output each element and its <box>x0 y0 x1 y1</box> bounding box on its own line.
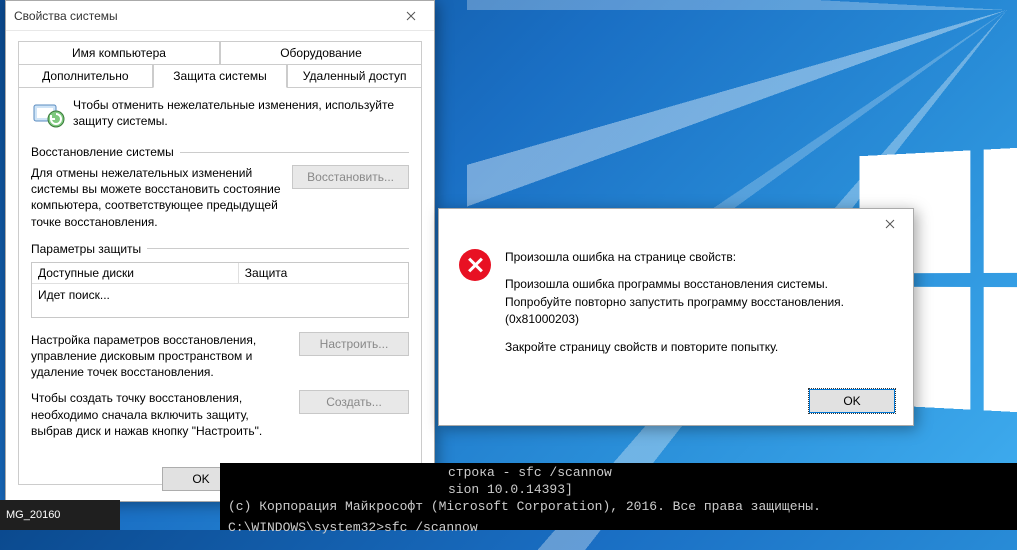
error-line-3: Закройте страницу свойств и повторите по… <box>505 339 895 356</box>
restore-description: Для отмены нежелательных изменений систе… <box>31 165 282 230</box>
error-icon <box>459 249 491 281</box>
tab-computer-name[interactable]: Имя компьютера <box>18 41 220 64</box>
col-drives[interactable]: Доступные диски <box>32 263 239 284</box>
tab-remote[interactable]: Удаленный доступ <box>287 64 422 88</box>
taskbar-thumbnail-label: MG_20160 <box>6 509 60 521</box>
section-params-label: Параметры защиты <box>31 242 141 256</box>
cmd-title-fragment: строка - sfc /scannow <box>228 465 1009 482</box>
dialog-title: Свойства системы <box>14 9 388 23</box>
tab-advanced[interactable]: Дополнительно <box>18 64 153 88</box>
command-prompt[interactable]: строка - sfc /scannow sion 10.0.14393] (… <box>220 463 1017 530</box>
cmd-copyright: (c) Корпорация Майкрософт (Microsoft Cor… <box>228 499 1009 516</box>
titlebar[interactable] <box>439 209 913 239</box>
ok-button[interactable]: OK <box>809 389 895 413</box>
divider <box>147 248 409 249</box>
system-protection-icon <box>31 97 65 131</box>
error-line-1: Произошла ошибка на странице свойств: <box>505 249 895 266</box>
tab-system-protection[interactable]: Защита системы <box>153 64 288 88</box>
restore-button[interactable]: Восстановить... <box>292 165 409 189</box>
taskbar-thumbnail[interactable]: MG_20160 <box>0 500 120 530</box>
titlebar[interactable]: Свойства системы <box>6 1 434 31</box>
intro-text: Чтобы отменить нежелательные изменения, … <box>73 97 409 129</box>
error-line-2: Произошла ошибка программы восстановлени… <box>505 276 895 328</box>
close-icon <box>885 219 895 229</box>
cmd-version-fragment: sion 10.0.14393] <box>228 482 1009 499</box>
configure-button[interactable]: Настроить... <box>299 332 409 356</box>
create-description: Чтобы создать точку восстановления, необ… <box>31 390 289 439</box>
close-icon <box>406 11 416 21</box>
cmd-prompt-line: C:\WINDOWS\system32>sfc /scannow <box>228 520 1009 537</box>
error-text: Произошла ошибка на странице свойств: Пр… <box>505 249 895 366</box>
tab-strip: Имя компьютера Оборудование Дополнительн… <box>18 41 422 485</box>
divider <box>180 152 409 153</box>
drives-table[interactable]: Доступные диски Защита Идет поиск... <box>31 262 409 318</box>
error-dialog: Произошла ошибка на странице свойств: Пр… <box>438 208 914 426</box>
tab-hardware[interactable]: Оборудование <box>220 41 422 64</box>
tab-panel: Чтобы отменить нежелательные изменения, … <box>18 87 422 485</box>
system-properties-dialog: Свойства системы Имя компьютера Оборудов… <box>5 0 435 502</box>
close-button[interactable] <box>388 1 434 31</box>
close-button[interactable] <box>867 209 913 239</box>
create-button[interactable]: Создать... <box>299 390 409 414</box>
section-restore-label: Восстановление системы <box>31 145 174 159</box>
table-status-row: Идет поиск... <box>32 284 408 306</box>
configure-description: Настройка параметров восстановления, упр… <box>31 332 289 381</box>
col-protection[interactable]: Защита <box>239 263 408 284</box>
